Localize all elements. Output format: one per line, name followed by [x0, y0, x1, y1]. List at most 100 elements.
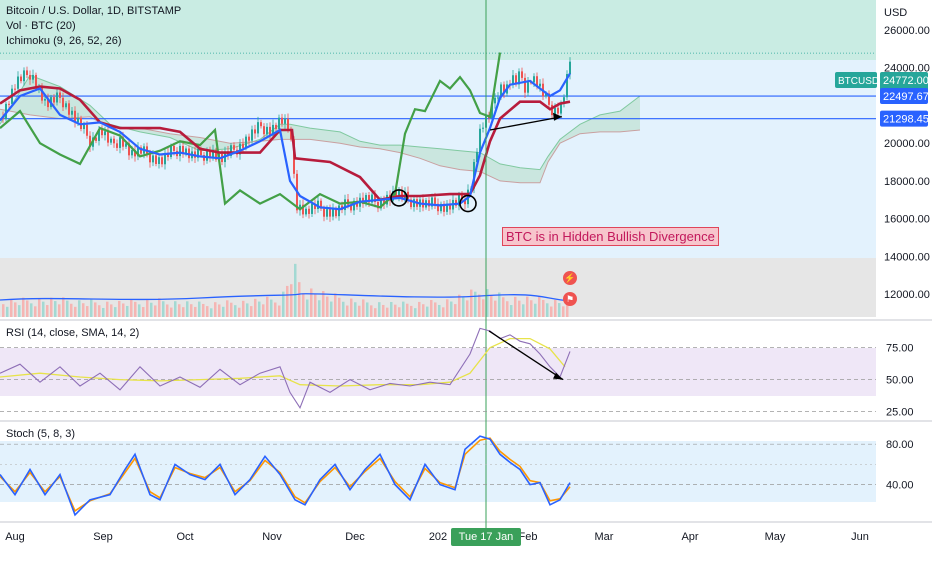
chart-title: Bitcoin / U.S. Dollar, 1D, BITSTAMP	[6, 5, 182, 17]
divergence-annotation[interactable]: BTC is in Hidden Bullish Divergence	[502, 227, 719, 246]
volume-bar	[426, 306, 429, 317]
time-tick-label: Sep	[93, 531, 113, 543]
flag-icon[interactable]: ⚑	[563, 292, 577, 306]
stoch-tick-label: 80.00	[886, 439, 914, 451]
rsi-band	[0, 348, 876, 396]
time-tick-label: Nov	[262, 531, 282, 543]
candle-body	[497, 97, 499, 99]
candle-body	[332, 208, 334, 217]
volume-bar	[546, 303, 549, 317]
volume-bar	[482, 299, 485, 317]
volume-bar	[474, 291, 477, 317]
volume-bar	[198, 301, 201, 317]
volume-bar	[206, 306, 209, 317]
volume-bar	[534, 303, 537, 317]
volume-bar	[82, 303, 85, 317]
volume-bar	[478, 294, 481, 317]
chart-canvas[interactable]: USD26000.0024000.0020000.0018000.0016000…	[0, 0, 932, 550]
volume-bar	[138, 304, 141, 317]
volume-bar	[402, 301, 405, 317]
candle-body	[149, 154, 151, 163]
volume-bar	[342, 301, 345, 317]
volume-bar	[518, 300, 521, 317]
ichimoku-indicator-label[interactable]: Ichimoku (9, 26, 52, 26)	[6, 35, 122, 47]
lightning-icon[interactable]: ⚡	[563, 271, 577, 285]
candle-body	[56, 92, 58, 103]
volume-bar	[34, 306, 37, 317]
volume-bar	[278, 305, 281, 317]
volume-bar	[250, 306, 253, 317]
volume-bar	[458, 294, 461, 317]
volume-bar	[446, 299, 449, 317]
time-tick-label: Dec	[345, 531, 365, 543]
candle-body	[557, 107, 559, 114]
volume-bar	[346, 305, 349, 317]
stoch-indicator-label[interactable]: Stoch (5, 8, 3)	[6, 428, 75, 440]
price-tick-label: 16000.00	[884, 214, 930, 226]
vol-indicator-label[interactable]: Vol · BTC (20)	[6, 20, 76, 32]
volume-bar	[182, 307, 185, 317]
volume-bar	[414, 308, 417, 317]
volume-bar	[58, 304, 61, 317]
candle-body	[59, 92, 61, 98]
volume-bar	[166, 304, 169, 317]
volume-bar	[222, 306, 225, 317]
volume-bar	[290, 284, 293, 317]
candle-body	[251, 129, 253, 141]
candle-body	[8, 103, 10, 105]
volume-bar	[126, 305, 129, 317]
volume-bar	[2, 304, 5, 317]
volume-bar	[470, 289, 473, 317]
volume-bar	[90, 299, 93, 317]
volume-bar	[146, 300, 149, 317]
volume-bar	[130, 299, 133, 317]
volume-bar	[210, 308, 213, 317]
volume-bar	[338, 297, 341, 317]
volume-bar	[526, 296, 529, 317]
candle-body	[152, 155, 154, 163]
volume-bar	[562, 306, 565, 317]
volume-bar	[514, 296, 517, 317]
volume-bar	[46, 305, 49, 317]
volume-bar	[438, 304, 441, 317]
candle-body	[62, 97, 64, 108]
volume-bar	[170, 307, 173, 317]
candle-body	[266, 126, 268, 135]
candle-body	[245, 136, 247, 148]
volume-bar	[554, 299, 557, 317]
candle-body	[113, 138, 115, 144]
volume-bar	[298, 282, 301, 317]
crosshair-date-label: Tue 17 Jan '23	[451, 528, 521, 561]
volume-bar	[318, 300, 321, 317]
candle-body	[71, 110, 73, 115]
candle-body	[65, 103, 67, 108]
volume-bar	[174, 301, 177, 317]
candle-body	[104, 131, 106, 136]
time-tick-label: Aug	[5, 531, 25, 543]
volume-bar	[522, 304, 525, 317]
volume-bar	[194, 306, 197, 317]
candle-body	[86, 124, 88, 136]
candle-body	[173, 145, 175, 151]
volume-bar	[314, 294, 317, 317]
candle-body	[323, 208, 325, 217]
volume-bar	[230, 302, 233, 317]
volume-bar	[54, 301, 57, 317]
volume-bar	[394, 304, 397, 317]
candle-body	[275, 124, 277, 129]
candle-body	[257, 122, 259, 134]
volume-bar	[38, 298, 41, 317]
volume-bar	[162, 301, 165, 317]
rsi-indicator-label[interactable]: RSI (14, close, SMA, 14, 2)	[6, 327, 139, 339]
candle-body	[170, 145, 172, 158]
candle-body	[155, 155, 157, 164]
volume-bar	[42, 301, 45, 317]
rsi-tick-label: 75.00	[886, 343, 914, 355]
volume-bar	[10, 299, 13, 317]
candle-body	[482, 127, 484, 129]
volume-bar	[358, 305, 361, 317]
candle-body	[119, 137, 121, 148]
volume-bar	[30, 303, 33, 317]
volume-bar	[286, 285, 289, 317]
volume-bar	[110, 304, 113, 317]
